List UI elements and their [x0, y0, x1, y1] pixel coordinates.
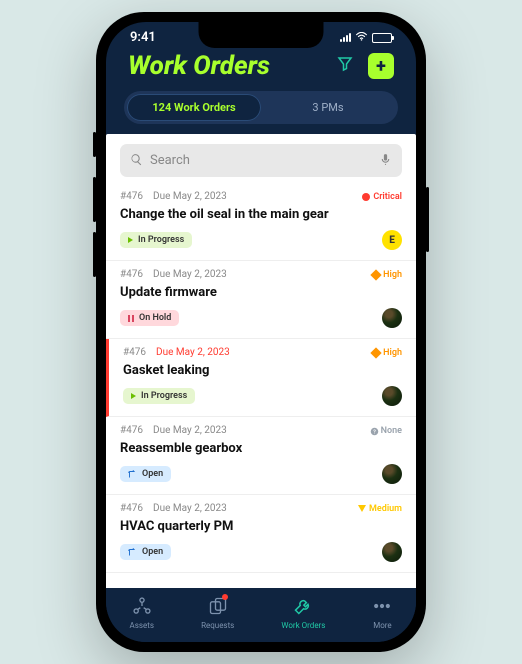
work-order-id: #476 — [120, 191, 143, 202]
search-input[interactable]: Search — [120, 144, 402, 177]
bottom-nav: Assets Requests Work Orders More — [106, 588, 416, 642]
assignee-avatar: E — [382, 230, 402, 250]
due-date: Due May 2, 2023 — [153, 269, 227, 280]
page-title: Work Orders — [128, 51, 270, 81]
priority-badge: Medium — [358, 504, 402, 514]
signal-icon — [340, 33, 351, 42]
work-order-title: Gasket leaking — [123, 363, 402, 378]
tab-pms[interactable]: 3 PMs — [261, 94, 395, 121]
nav-more[interactable]: More — [372, 596, 392, 630]
search-icon — [130, 151, 143, 170]
priority-badge: ?None — [370, 426, 402, 436]
wrench-icon — [293, 596, 313, 618]
status-time: 9:41 — [130, 30, 156, 45]
work-order-card[interactable]: #476 Due May 2, 2023 High Gasket leaking In … — [106, 339, 416, 417]
assignee-avatar — [382, 308, 402, 328]
work-order-title: Reassemble gearbox — [120, 441, 402, 456]
due-date: Due May 2, 2023 — [153, 503, 227, 514]
add-button[interactable]: + — [368, 53, 394, 79]
work-order-card[interactable]: #476 Due May 2, 2023 High Update firmware On… — [106, 261, 416, 339]
nav-label: Assets — [130, 621, 154, 630]
work-order-title: Change the oil seal in the main gear — [120, 207, 402, 222]
more-icon — [372, 596, 392, 618]
work-order-list: #476 Due May 2, 2023 Critical Change the oi… — [106, 183, 416, 588]
due-date: Due May 2, 2023 — [156, 347, 230, 358]
status-chip: Open — [120, 544, 171, 560]
status-chip: In Progress — [120, 232, 192, 248]
status-chip: In Progress — [123, 388, 195, 404]
priority-badge: High — [372, 348, 402, 358]
status-chip: Open — [120, 466, 171, 482]
tabs: 124 Work Orders 3 PMs — [124, 91, 398, 124]
work-order-id: #476 — [120, 503, 143, 514]
nav-label: Work Orders — [281, 621, 325, 630]
work-order-id: #476 — [123, 347, 146, 358]
priority-badge: High — [372, 270, 402, 280]
nav-wrench[interactable]: Work Orders — [281, 596, 325, 630]
search-placeholder: Search — [150, 153, 372, 168]
battery-icon — [372, 33, 392, 43]
filter-icon[interactable] — [336, 55, 354, 77]
nav-requests[interactable]: Requests — [201, 596, 234, 630]
nav-label: Requests — [201, 621, 234, 630]
assignee-avatar — [382, 464, 402, 484]
work-order-card[interactable]: #476 Due May 2, 2023 ?None Reassemble gearb… — [106, 417, 416, 495]
tab-work-orders[interactable]: 124 Work Orders — [127, 94, 261, 121]
work-order-title: Update firmware — [120, 285, 402, 300]
assets-icon — [132, 596, 152, 618]
assignee-avatar — [382, 542, 402, 562]
wifi-icon — [355, 30, 368, 45]
work-order-title: HVAC quarterly PM — [120, 519, 402, 534]
svg-text:?: ? — [373, 429, 376, 435]
work-order-card[interactable]: #476 Due May 2, 2023 Critical Change the oi… — [106, 183, 416, 261]
due-date: Due May 2, 2023 — [153, 191, 227, 202]
status-chip: On Hold — [120, 310, 179, 326]
work-order-id: #476 — [120, 269, 143, 280]
work-order-card[interactable]: #476 Due May 2, 2023 Medium HVAC quarterly … — [106, 495, 416, 573]
mic-icon[interactable] — [379, 151, 392, 170]
nav-assets[interactable]: Assets — [130, 596, 154, 630]
priority-badge: Critical — [362, 192, 402, 202]
due-date: Due May 2, 2023 — [153, 425, 227, 436]
work-order-id: #476 — [120, 425, 143, 436]
nav-label: More — [373, 621, 391, 630]
assignee-avatar — [382, 386, 402, 406]
